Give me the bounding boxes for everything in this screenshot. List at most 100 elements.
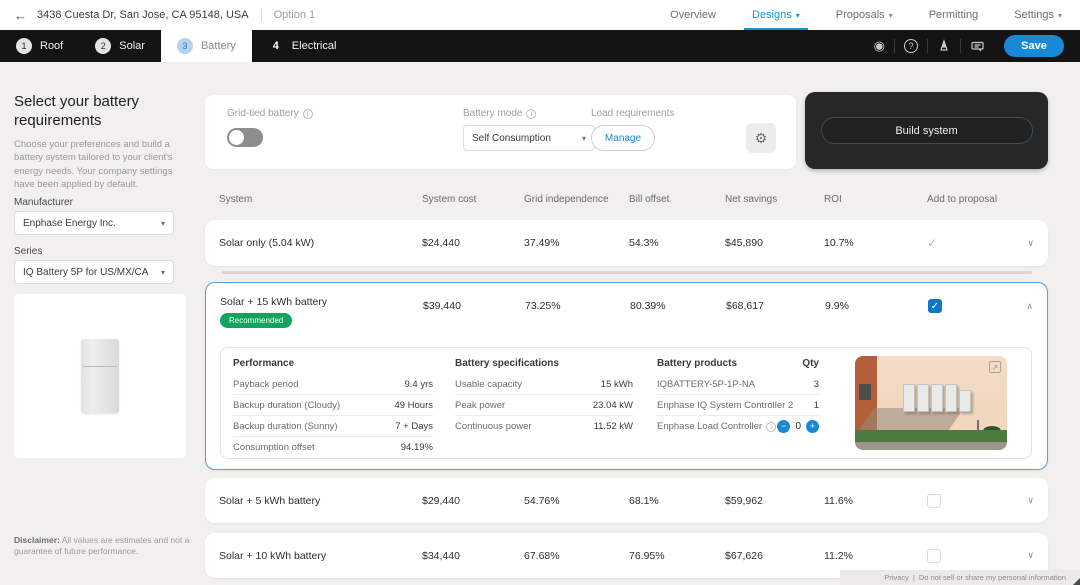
build-system-button[interactable]: Build system — [821, 117, 1033, 144]
top-bar: ← 3438 Cuesta Dr, San Jose, CA 95148, US… — [0, 0, 1080, 30]
roi: 10.7% — [824, 237, 927, 249]
section-title: Battery products Qty — [657, 358, 819, 374]
keyboard-shortcuts-icon[interactable] — [961, 40, 994, 53]
expanded-details-card: Performance Payback period 9.4 yrs Backu… — [220, 347, 1032, 459]
series-label: Series — [14, 246, 42, 257]
chevron-up-icon[interactable]: ∧ — [1026, 283, 1033, 312]
manufacturer-label: Manufacturer — [14, 197, 73, 208]
project-address: 3438 Cuesta Dr, San Jose, CA 95148, USA — [37, 9, 249, 21]
roi: 11.2% — [824, 550, 927, 562]
nav-settings[interactable]: Settings ▾ — [996, 0, 1080, 30]
back-arrow-icon[interactable]: ← — [14, 8, 27, 23]
step-number: 3 — [177, 38, 193, 54]
system-name: Solar + 10 kWh battery — [219, 550, 422, 562]
resize-corner — [1073, 578, 1080, 585]
expand-photo-icon[interactable]: ↗ — [989, 361, 1001, 373]
battery-settings-card: Grid-tied battery Battery mode Self Cons… — [205, 95, 796, 169]
product-row: Enphase IQ System Controller 2 1 — [657, 395, 819, 416]
nav-proposals[interactable]: Proposals ▾ — [818, 0, 911, 30]
col-system: System — [219, 186, 422, 207]
quantity-stepper: − 0 + — [777, 420, 819, 433]
table-row-solar-5kwh[interactable]: Solar + 5 kWh battery $29,440 54.76% 68.… — [205, 478, 1048, 523]
installation-photo: ↗ — [855, 356, 1007, 450]
chevron-down-icon: ▾ — [582, 134, 586, 143]
chevron-down-icon: ▾ — [1058, 11, 1062, 20]
step-solar[interactable]: 2 Solar — [79, 30, 161, 62]
system-name: Solar + 5 kWh battery — [219, 495, 422, 507]
system-name: Solar + 15 kWh battery — [220, 296, 423, 308]
increment-button[interactable]: + — [806, 420, 819, 433]
step-electrical[interactable]: 4 Electrical — [252, 30, 353, 62]
chevron-down-icon[interactable]: ∨ — [1027, 550, 1034, 561]
battery-graphic — [81, 339, 119, 413]
manage-button[interactable]: Manage — [591, 125, 655, 151]
quantity-value: 0 — [795, 421, 801, 432]
grid-independence: 67.68% — [524, 550, 629, 562]
save-button[interactable]: Save — [1004, 35, 1064, 57]
col-roi: ROI — [824, 186, 927, 207]
record-walkthrough-icon[interactable]: ◉ — [865, 38, 894, 54]
info-icon[interactable] — [526, 109, 536, 119]
add-to-proposal-checkbox[interactable] — [927, 494, 941, 508]
col-net-savings: Net savings — [725, 186, 824, 207]
step-roof[interactable]: 1 Roof — [0, 30, 79, 62]
horizontal-scrollbar[interactable] — [222, 271, 1032, 274]
spec-row: Backup duration (Cloudy) 49 Hours — [233, 395, 433, 416]
divider — [261, 8, 262, 22]
grid-independence: 54.76% — [524, 495, 629, 507]
system-cost: $34,440 — [422, 550, 524, 562]
col-system-cost: System cost — [422, 186, 524, 207]
battery-design-page: ← 3438 Cuesta Dr, San Jose, CA 95148, US… — [0, 0, 1080, 585]
recommended-badge: Recommended — [220, 313, 292, 328]
privacy-footer: Privacy | Do not sell or share my person… — [840, 570, 1080, 585]
manufacturer-select[interactable]: Enphase Energy Inc. ▾ — [14, 211, 174, 235]
roi: 11.6% — [824, 495, 927, 507]
do-not-sell-link[interactable]: Do not sell or share my personal informa… — [919, 573, 1066, 582]
performance-section: Performance Payback period 9.4 yrs Backu… — [233, 358, 433, 458]
table-row-solar-only[interactable]: Solar only (5.04 kW) $24,440 37.49% 54.3… — [205, 220, 1048, 266]
roi: 9.9% — [825, 283, 928, 312]
battery-mode-select[interactable]: Self Consumption ▾ — [463, 125, 595, 151]
design-option-label[interactable]: Option 1 — [274, 9, 316, 21]
privacy-link[interactable]: Privacy — [884, 573, 909, 582]
nav-permitting[interactable]: Permitting — [911, 0, 997, 30]
check-icon: ✓ — [927, 236, 1019, 250]
chevron-down-icon: ▾ — [796, 11, 800, 20]
table-row-solar-15kwh-expanded[interactable]: Solar + 15 kWh battery Recommended $39,4… — [205, 282, 1048, 470]
info-icon[interactable] — [303, 109, 313, 119]
help-icon[interactable]: ? — [895, 39, 927, 53]
nav-designs[interactable]: Designs ▾ — [734, 0, 818, 30]
tools-icon[interactable] — [928, 39, 960, 53]
step-battery[interactable]: 3 Battery — [161, 30, 252, 62]
system-block: Solar + 15 kWh battery Recommended — [220, 283, 423, 328]
system-cost: $39,440 — [423, 283, 525, 312]
disclaimer: Disclaimer: All values are estimates and… — [14, 535, 192, 558]
battery-product-image — [14, 294, 186, 458]
info-icon[interactable] — [766, 422, 776, 432]
grid-independence: 73.25% — [525, 283, 630, 312]
stepbar-actions: ◉ ? Save — [865, 35, 1080, 57]
photo-battery-units — [903, 384, 971, 412]
decrement-button[interactable]: − — [777, 420, 790, 433]
add-to-proposal-checkbox[interactable] — [928, 299, 942, 313]
chevron-down-icon[interactable]: ∨ — [1027, 238, 1034, 249]
series-select[interactable]: IQ Battery 5P for US/MX/CA ▾ — [14, 260, 174, 284]
grid-tied-label: Grid-tied battery — [227, 108, 313, 119]
chevron-down-icon: ▾ — [161, 219, 165, 228]
col-add-to-proposal: Add to proposal — [927, 186, 1019, 207]
grid-tied-toggle[interactable] — [227, 128, 263, 147]
load-requirements-label: Load requirements — [591, 108, 674, 119]
section-title: Battery specifications — [455, 358, 633, 374]
product-row: IQBATTERY-5P-1P-NA 3 — [657, 374, 819, 395]
battery-products-section: Battery products Qty IQBATTERY-5P-1P-NA … — [657, 358, 819, 437]
spec-row: Usable capacity 15 kWh — [455, 374, 633, 395]
top-navigation: Overview Designs ▾ Proposals ▾ Permittin… — [652, 0, 1080, 30]
nav-overview[interactable]: Overview — [652, 0, 734, 30]
add-to-proposal-checkbox[interactable] — [927, 549, 941, 563]
qty-header: Qty — [802, 358, 819, 369]
gear-icon[interactable]: ⚙ — [746, 123, 776, 153]
chevron-down-icon[interactable]: ∨ — [1027, 495, 1034, 506]
net-savings: $45,890 — [725, 237, 824, 249]
section-title: Performance — [233, 358, 433, 374]
system-name: Solar only (5.04 kW) — [219, 237, 422, 249]
